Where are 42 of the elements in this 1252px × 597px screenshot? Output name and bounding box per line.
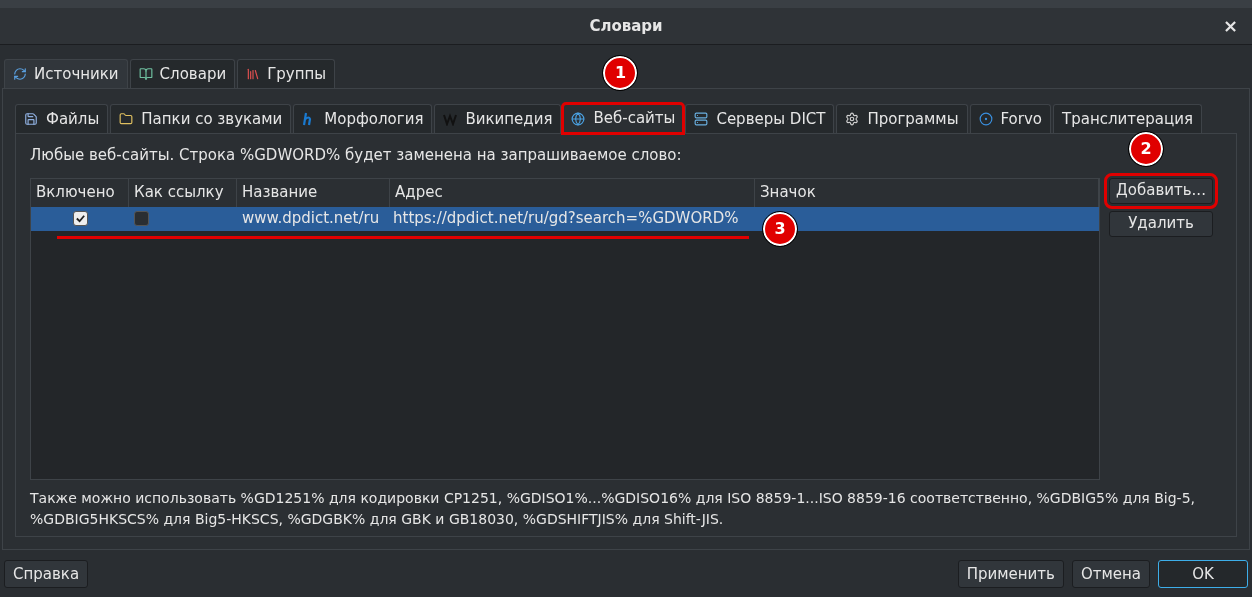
tab[interactable]: Forvo xyxy=(969,104,1051,133)
refresh-icon xyxy=(13,67,27,81)
help-button[interactable]: Справка xyxy=(4,560,89,588)
column-header[interactable]: Адрес xyxy=(390,178,755,207)
dialog-button[interactable]: OK xyxy=(1158,560,1248,588)
number-marker: 1 xyxy=(603,56,638,90)
side-button[interactable]: Удалить xyxy=(1109,210,1213,237)
column-header[interactable]: Значок xyxy=(755,178,1099,207)
number-marker: 3 xyxy=(763,211,797,246)
ring-icon xyxy=(978,112,993,126)
column-header[interactable]: Как ссылку xyxy=(129,178,237,207)
dialog-button[interactable]: Применить xyxy=(957,560,1064,588)
tab[interactable]: Папки со звуками xyxy=(110,104,292,133)
tab[interactable]: Файлы xyxy=(15,104,109,133)
tab[interactable]: Серверы DICT xyxy=(685,104,835,133)
books-icon xyxy=(246,67,261,81)
tab[interactable]: Транслитерация xyxy=(1053,104,1202,133)
description-text: Любые веб-сайты. Строка %GDWORD% будет заменена на запрашиваемое слово: xyxy=(30,145,682,166)
checkbox[interactable] xyxy=(134,211,149,226)
dialog-button[interactable]: Отмена xyxy=(1071,560,1150,588)
globe-icon xyxy=(571,111,586,126)
table-cell-text: www.dpdict.net/ru xyxy=(241,208,381,230)
folder-icon xyxy=(119,112,134,126)
column-header[interactable]: Название xyxy=(237,178,390,207)
column-header[interactable]: Включено xyxy=(31,178,129,207)
settings-icon xyxy=(845,112,860,126)
letter-w-icon xyxy=(443,112,458,126)
server-icon xyxy=(694,112,709,126)
note-text: Также можно использовать %GD1251% для кодировки CP1251, %GDISO1%...%GDISO16% для ISO 8859-1...ISO 8859-16 соответственно, %GDBIG5% для Big-5, %GDBIG5HKSCS% для Big5-HKSCS, %GDGBK% для GBK и GB18030, %GDSHIFTJIS% для Shift-JIS. xyxy=(30,489,1197,529)
tab[interactable]: Википедия xyxy=(434,104,562,133)
number-marker: 2 xyxy=(1129,131,1163,166)
tab[interactable]: Морфология xyxy=(293,104,433,133)
tab[interactable]: Группы xyxy=(237,59,336,88)
window-title: Словари xyxy=(589,15,663,37)
tab[interactable]: Источники xyxy=(4,59,128,88)
tab[interactable]: Словари xyxy=(129,59,236,88)
check-icon xyxy=(74,213,86,224)
table-cell-text: https://dpdict.net/ru/gd?search=%GDWORD% xyxy=(392,208,740,230)
checkbox[interactable] xyxy=(72,211,88,226)
tab[interactable]: Программы xyxy=(836,104,968,133)
close-button[interactable]: × xyxy=(1222,17,1238,35)
book-icon xyxy=(138,67,153,81)
